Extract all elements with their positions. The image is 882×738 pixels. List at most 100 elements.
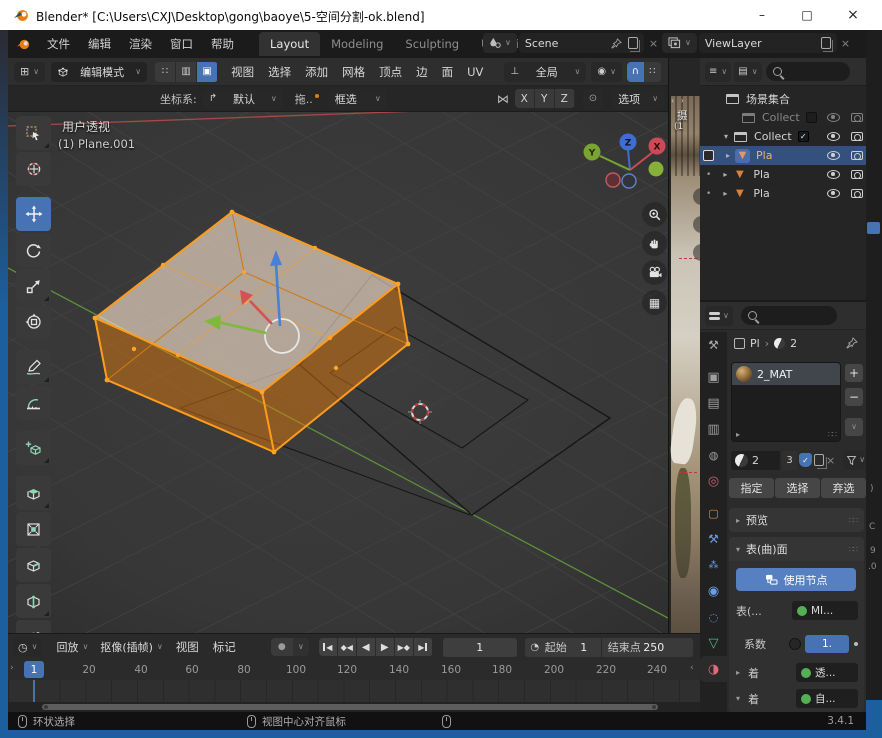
new-viewlayer-icon[interactable]	[821, 37, 831, 49]
snap-magnet-icon[interactable]: ∩	[627, 62, 644, 82]
remove-slot-button[interactable]: −	[845, 388, 863, 406]
region-corner-arrows[interactable]: ‹ ›	[671, 96, 686, 105]
material-browse-button[interactable]: 2	[731, 451, 780, 470]
tab-tool[interactable]: ⚒	[700, 332, 727, 358]
duplicate-material-icon[interactable]	[814, 454, 824, 466]
close-button[interactable]: ×	[836, 1, 870, 29]
region-collapse-icon[interactable]: ‹	[690, 663, 694, 673]
surface-panel-header[interactable]: ▾ 表(曲)面 ∷∷	[729, 537, 864, 561]
include-checkbox[interactable]: ✓	[798, 131, 809, 142]
ortho-grid-icon[interactable]: ▦	[642, 290, 667, 315]
disable-render-icon[interactable]	[851, 170, 863, 180]
tool-inset-faces[interactable]	[16, 512, 51, 546]
tool-loop-cut[interactable]	[16, 584, 51, 618]
timeline-scrollbar[interactable]	[8, 702, 700, 712]
hide-eye-icon[interactable]	[827, 132, 840, 141]
outliner-row-object[interactable]: • ▸ ▼ Pla	[700, 165, 866, 184]
zoom-icon[interactable]	[642, 202, 667, 227]
menu-face[interactable]: 面	[435, 60, 461, 84]
tab-material[interactable]: ◑	[700, 656, 727, 682]
material-filter-button[interactable]: ∨	[843, 450, 868, 470]
face-select-button[interactable]: ▣	[197, 62, 218, 82]
use-nodes-button[interactable]: 使用节点	[736, 568, 856, 591]
exclude-checkbox[interactable]	[806, 112, 817, 123]
expand-icon[interactable]: ▸	[726, 151, 730, 160]
workspace-tab-sculpting[interactable]: Sculpting	[394, 32, 470, 56]
blender-menu-icon[interactable]	[8, 37, 38, 51]
assign-button[interactable]: 指定	[729, 478, 774, 498]
tool-select-box[interactable]	[16, 116, 51, 150]
menu-timeline-view[interactable]: 视图	[169, 635, 206, 659]
edge-select-button[interactable]: ▥	[176, 62, 197, 82]
mode-dropdown[interactable]: 编辑模式 ∨	[51, 62, 147, 82]
tool-transform[interactable]	[16, 305, 51, 339]
expand-icon[interactable]: ▾	[736, 694, 740, 703]
hide-eye-icon[interactable]	[827, 113, 840, 122]
new-scene-icon[interactable]	[628, 37, 638, 49]
menu-edge[interactable]: 边	[409, 60, 435, 84]
hide-eye-icon[interactable]	[827, 170, 840, 179]
timeline-ruler[interactable]: 20 40 60 80 100 120 140 160 180 200 220 …	[8, 660, 700, 680]
jump-to-start-button[interactable]: ◀	[319, 638, 338, 656]
tool-move[interactable]	[16, 197, 51, 231]
shader-dropdown[interactable]: 透...	[796, 663, 858, 682]
mirror-x-button[interactable]: X	[515, 89, 535, 108]
surface-shader-dropdown[interactable]: MI...	[792, 601, 858, 620]
viewport-3d[interactable]: Z X Y 用户透视 (1) Plane.001 ▦	[8, 112, 668, 633]
outliner-display-mode-button[interactable]: ≡ ∨	[705, 62, 731, 82]
expand-icon[interactable]: ▾	[724, 132, 728, 141]
playhead-badge[interactable]: 1	[24, 661, 44, 678]
menu-vertex[interactable]: 顶点	[372, 60, 409, 84]
outliner-row-collection[interactable]: ▾ Collect ✓	[700, 127, 866, 146]
material-name-field[interactable]: 2	[752, 454, 776, 467]
tab-view-layer[interactable]: ▥	[700, 416, 727, 442]
boxselect-dropdown[interactable]: 框选 ∨	[329, 89, 387, 109]
timeline-channels[interactable]	[8, 680, 700, 702]
tool-add-cube[interactable]	[16, 431, 51, 465]
play-reverse-button[interactable]: ◀	[357, 638, 376, 656]
next-keyframe-button[interactable]: ▶◆	[395, 638, 414, 656]
slot-specials-button[interactable]: ∨	[845, 418, 863, 436]
camera-view-strip[interactable]: ‹ › 摄 (1	[668, 58, 700, 633]
mirror-y-button[interactable]: Y	[535, 89, 555, 108]
end-frame-field[interactable]: 250	[641, 641, 667, 654]
menu-uv[interactable]: UV	[460, 60, 490, 84]
menu-window[interactable]: 窗口	[161, 32, 202, 56]
tab-particles[interactable]: ⁂	[700, 552, 727, 578]
play-button[interactable]: ▶	[376, 638, 395, 656]
maximize-button[interactable]: □	[790, 1, 824, 29]
outliner-row-object[interactable]: • ▸ ▼ Pla	[700, 184, 866, 203]
breadcrumb-material[interactable]: 2	[790, 337, 797, 350]
fake-user-shield-icon[interactable]: ✓	[799, 453, 812, 467]
jump-to-end-button[interactable]: ▶	[414, 638, 433, 656]
orientation-dropdown[interactable]: ⊥ 全局 ∨	[504, 62, 586, 82]
menu-select[interactable]: 选择	[261, 60, 298, 84]
deselect-button[interactable]: 弃选	[821, 478, 866, 498]
falloff-button[interactable]: ⊙	[583, 89, 603, 109]
menu-add[interactable]: 添加	[298, 60, 335, 84]
hide-eye-icon[interactable]	[827, 189, 840, 198]
expand-icon[interactable]: ▸	[736, 430, 740, 439]
select-button[interactable]: 选择	[775, 478, 820, 498]
unlink-material-icon[interactable]: ×	[826, 454, 835, 467]
outliner-row-collection-excluded[interactable]: Collect	[700, 108, 866, 127]
playhead-line[interactable]	[33, 680, 35, 702]
camera-view-icon[interactable]	[642, 260, 667, 285]
expand-icon[interactable]: ▸	[736, 668, 740, 677]
options-dropdown[interactable]: 选项 ∨	[612, 89, 664, 109]
mirror-z-button[interactable]: Z	[555, 89, 575, 108]
tool-extrude-region[interactable]	[16, 476, 51, 510]
scrollbar-thumb[interactable]	[42, 704, 658, 710]
scene-browse-button[interactable]: ∨	[483, 33, 517, 53]
tab-output[interactable]: ▤	[700, 390, 727, 416]
outliner-row-object-active[interactable]: ▸ ▼ Pla	[700, 146, 866, 165]
menu-render[interactable]: 渲染	[120, 32, 161, 56]
record-icon[interactable]: ●	[271, 638, 293, 656]
vertex-select-button[interactable]: ∷	[155, 62, 176, 82]
editor-type-button[interactable]: ⊞ ∨	[14, 62, 45, 82]
pivot-dropdown[interactable]: ◉ ∨	[591, 62, 622, 82]
pin-icon[interactable]	[611, 38, 622, 49]
preview-panel-header[interactable]: ▸ 预览 ∷∷	[729, 508, 864, 532]
add-slot-button[interactable]: +	[845, 364, 863, 382]
menu-playback[interactable]: 回放∨	[50, 637, 94, 657]
